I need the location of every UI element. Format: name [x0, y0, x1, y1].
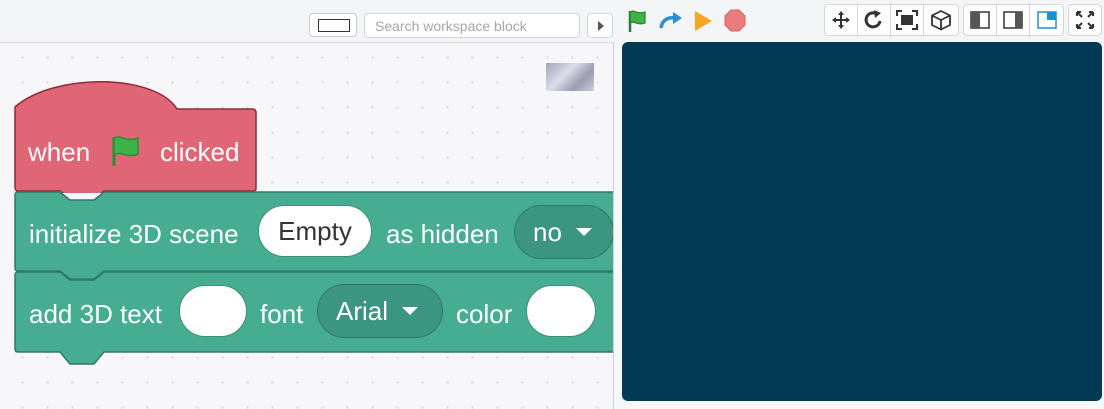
clicked-label: clicked: [160, 137, 240, 167]
fullscreen-icon[interactable]: [1069, 5, 1101, 35]
as-hidden-label: as hidden: [386, 219, 499, 249]
rotate-icon[interactable]: [858, 5, 891, 35]
green-flag-icon[interactable]: [625, 8, 651, 34]
font-dropdown-value: Arial: [336, 295, 389, 326]
stage-view-controls: [824, 4, 959, 36]
color-swatch-preview: [318, 19, 350, 32]
chevron-down-icon: [575, 228, 592, 236]
workspace-toolbar: [0, 0, 614, 42]
font-dropdown[interactable]: Arial: [317, 284, 443, 338]
color-label: color: [456, 299, 513, 329]
layout-left-icon[interactable]: [964, 5, 997, 35]
play-icon[interactable]: [690, 8, 716, 34]
hidden-dropdown[interactable]: no: [514, 205, 614, 259]
green-flag-icon: [108, 133, 144, 169]
scene-type-input[interactable]: Empty: [258, 205, 372, 257]
when-label: when: [28, 137, 91, 167]
stage-canvas[interactable]: [622, 42, 1102, 401]
font-label: font: [260, 299, 304, 329]
blocks-workspace[interactable]: when clicked initialize 3D scene Empty a…: [0, 42, 614, 409]
layout-small-stage-icon[interactable]: [1030, 5, 1063, 35]
color-swatch-button[interactable]: [309, 13, 357, 37]
fit-screen-icon[interactable]: [891, 5, 924, 35]
chevron-down-icon: [402, 307, 419, 315]
initialize-3d-scene-label: initialize 3D scene: [29, 219, 239, 249]
search-input[interactable]: [364, 13, 580, 38]
add-3d-text-label: add 3D text: [29, 299, 162, 329]
move-icon[interactable]: [825, 5, 858, 35]
stage-layout-controls: [963, 4, 1064, 36]
redo-arrow-icon[interactable]: [658, 8, 684, 34]
trashcan-icon[interactable]: [546, 63, 594, 91]
expand-arrow-button[interactable]: [587, 13, 613, 38]
cube-icon[interactable]: [924, 5, 957, 35]
top-toolbar: [0, 0, 1104, 42]
hidden-dropdown-value: no: [533, 216, 562, 247]
initialize-3d-scene-block[interactable]: initialize 3D scene Empty as hidden no: [14, 191, 614, 280]
panel-divider[interactable]: [613, 42, 614, 409]
when-flag-clicked-block[interactable]: when clicked: [14, 81, 258, 193]
add-3d-text-block[interactable]: add 3D text font Arial color: [14, 271, 614, 367]
stop-icon[interactable]: [722, 8, 748, 34]
color-input[interactable]: [526, 285, 596, 337]
text-input[interactable]: [179, 285, 247, 337]
layout-right-icon[interactable]: [997, 5, 1030, 35]
fullscreen-control: [1068, 4, 1102, 36]
